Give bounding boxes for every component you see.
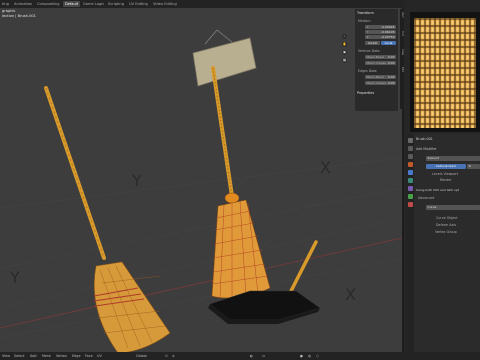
- field-value: 0.00: [387, 55, 395, 59]
- output-tab-icon[interactable]: [407, 154, 413, 159]
- grid-axis-label: X: [320, 158, 331, 177]
- viewport-overlay-text: graphic lection | Brush.001: [2, 9, 36, 18]
- vertex-mean-bevel-field[interactable]: Mean Bevel 0.00: [365, 55, 396, 60]
- snap-icon[interactable]: ⋔: [172, 354, 175, 359]
- add-modifier-button[interactable]: Add Modifier: [416, 147, 437, 151]
- field-value: -0.06105: [381, 30, 395, 34]
- tab-video-editing[interactable]: Video Editing: [151, 1, 179, 7]
- grid-axis-label: X: [345, 285, 356, 304]
- deform-axis-label: Deform Axis: [436, 223, 457, 227]
- opensubdiv-label: Using both CPU and GPU opt: [416, 188, 459, 192]
- field-value: 0.00: [387, 81, 395, 85]
- menu-vertex[interactable]: Vertex: [56, 354, 67, 359]
- axis-label: X: [366, 25, 369, 29]
- particles-tab-icon[interactable]: [407, 178, 413, 183]
- menu-face[interactable]: Face: [85, 354, 93, 359]
- menu-select[interactable]: Select: [14, 354, 24, 359]
- vertex-mean-crease-field[interactable]: Mean Crease 0.00: [365, 61, 396, 66]
- catmull-clark-button[interactable]: Catmull-Clark: [426, 164, 466, 169]
- curve-object-label: Curve Object: [436, 216, 458, 220]
- field-label: Mean Bevel: [366, 55, 385, 59]
- tab-default[interactable]: Default: [63, 1, 81, 7]
- shading-rendered-icon[interactable]: ○: [316, 354, 319, 359]
- broom-center[interactable]: [211, 66, 271, 299]
- edges-data-label: Edges Data:: [358, 69, 378, 73]
- menu-mesh[interactable]: Mesh: [42, 354, 51, 359]
- material-tab-icon[interactable]: [407, 202, 413, 207]
- shading-material-icon[interactable]: ◍: [308, 354, 311, 359]
- grid-axis-label: Y: [9, 268, 20, 287]
- grid-axis-label: Y: [131, 171, 142, 190]
- transform-header[interactable]: Transform: [357, 11, 374, 15]
- tool-tab-icon[interactable]: [407, 138, 413, 143]
- field-label: Mean Bevel: [366, 75, 385, 79]
- floor-grid: [0, 127, 402, 352]
- menu-add[interactable]: Add: [30, 354, 37, 359]
- tab-modeling-fragment[interactable]: ting: [0, 1, 11, 7]
- 3d-viewport[interactable]: X Y X Y graphic lection | Brush.001 ⌕ ✋ …: [0, 8, 402, 352]
- median-x-field[interactable]: X -0.00026: [365, 25, 396, 30]
- object-name-label: Brush.001: [416, 137, 433, 141]
- physics-tab-icon[interactable]: [407, 186, 413, 191]
- render-tab-icon[interactable]: [407, 146, 413, 151]
- field-value: -0.00759: [381, 35, 395, 39]
- active-object-text: lection | Brush.001: [2, 13, 36, 18]
- properties-editor: Brush.001 Add Modifier Subsurf Catmull-C…: [406, 134, 480, 352]
- median-label: Median:: [358, 19, 371, 23]
- properties-tabs: [406, 134, 414, 352]
- menu-view[interactable]: View: [2, 354, 10, 359]
- local-toggle[interactable]: Local: [381, 41, 396, 46]
- vertex-group-label: Vertex Group: [435, 230, 457, 234]
- levels-viewport-label: Levels Viewport: [432, 172, 459, 176]
- median-z-field[interactable]: Z -0.00759: [365, 35, 396, 40]
- object-tab-icon[interactable]: [407, 162, 413, 167]
- tab-scripting[interactable]: Scripting: [106, 1, 126, 7]
- field-label: Mean Crease: [366, 81, 386, 85]
- modifier-wrench-icon[interactable]: [407, 170, 413, 175]
- tab-uv-editing[interactable]: UV Editing: [127, 1, 150, 7]
- data-tab-icon[interactable]: [407, 194, 413, 199]
- texture-preview[interactable]: [410, 12, 480, 132]
- shading-solid-icon[interactable]: ●: [300, 354, 303, 359]
- hanging-sign[interactable]: [192, 29, 257, 87]
- sidebar-n-panel: Transform Median: X -0.00026 Y -0.06105 Z -…: [355, 9, 398, 111]
- field-value: 0.00: [387, 61, 395, 65]
- curve-modifier-name[interactable]: Curve: [426, 205, 480, 210]
- tab-animation[interactable]: Animation: [12, 1, 34, 7]
- global-toggle[interactable]: Global: [365, 41, 380, 46]
- median-y-field[interactable]: Y -0.06105: [365, 30, 396, 35]
- simple-button[interactable]: Si: [467, 164, 480, 169]
- texture-image: [414, 18, 476, 128]
- advanced-subpanel[interactable]: Advanced: [418, 196, 434, 200]
- vertices-data-label: Vertices Data:: [358, 49, 381, 53]
- axis-label: Z: [366, 35, 369, 39]
- properties-header[interactable]: Properties: [357, 91, 374, 95]
- render-levels-label: Render: [440, 178, 452, 182]
- pan-hand-icon[interactable]: ✋: [342, 42, 347, 47]
- edge-mean-bevel-field[interactable]: Mean Bevel 0.00: [365, 75, 396, 80]
- overlay-icon[interactable]: ◐: [250, 354, 253, 359]
- tab-game-logic[interactable]: Game Logic: [81, 1, 106, 7]
- tab-compositing[interactable]: Compositing: [35, 1, 62, 7]
- field-value: 0.00: [387, 75, 395, 79]
- field-value: -0.00026: [381, 25, 395, 29]
- viewport-header-bar: View Select Add Mesh Vertex Edge Face UV…: [0, 352, 480, 360]
- zoom-icon[interactable]: ⌕: [342, 34, 347, 39]
- transform-orientation-dropdown[interactable]: Global: [136, 354, 147, 359]
- menu-edge[interactable]: Edge: [72, 354, 81, 359]
- xray-icon[interactable]: ▭: [262, 354, 265, 359]
- camera-icon[interactable]: ▣: [342, 50, 347, 55]
- x-axis-line: [0, 237, 402, 329]
- broom-left[interactable]: [44, 86, 171, 352]
- field-label: Mean Crease: [366, 61, 386, 65]
- edge-mean-crease-field[interactable]: Mean Crease 0.00: [365, 81, 396, 86]
- axis-label: Y: [366, 30, 369, 34]
- subsurf-modifier-name[interactable]: Subsurf: [426, 156, 480, 161]
- pivot-icon[interactable]: ⊙: [165, 354, 168, 359]
- menu-uv[interactable]: UV: [97, 354, 102, 359]
- grid-view-icon[interactable]: ▦: [342, 58, 347, 63]
